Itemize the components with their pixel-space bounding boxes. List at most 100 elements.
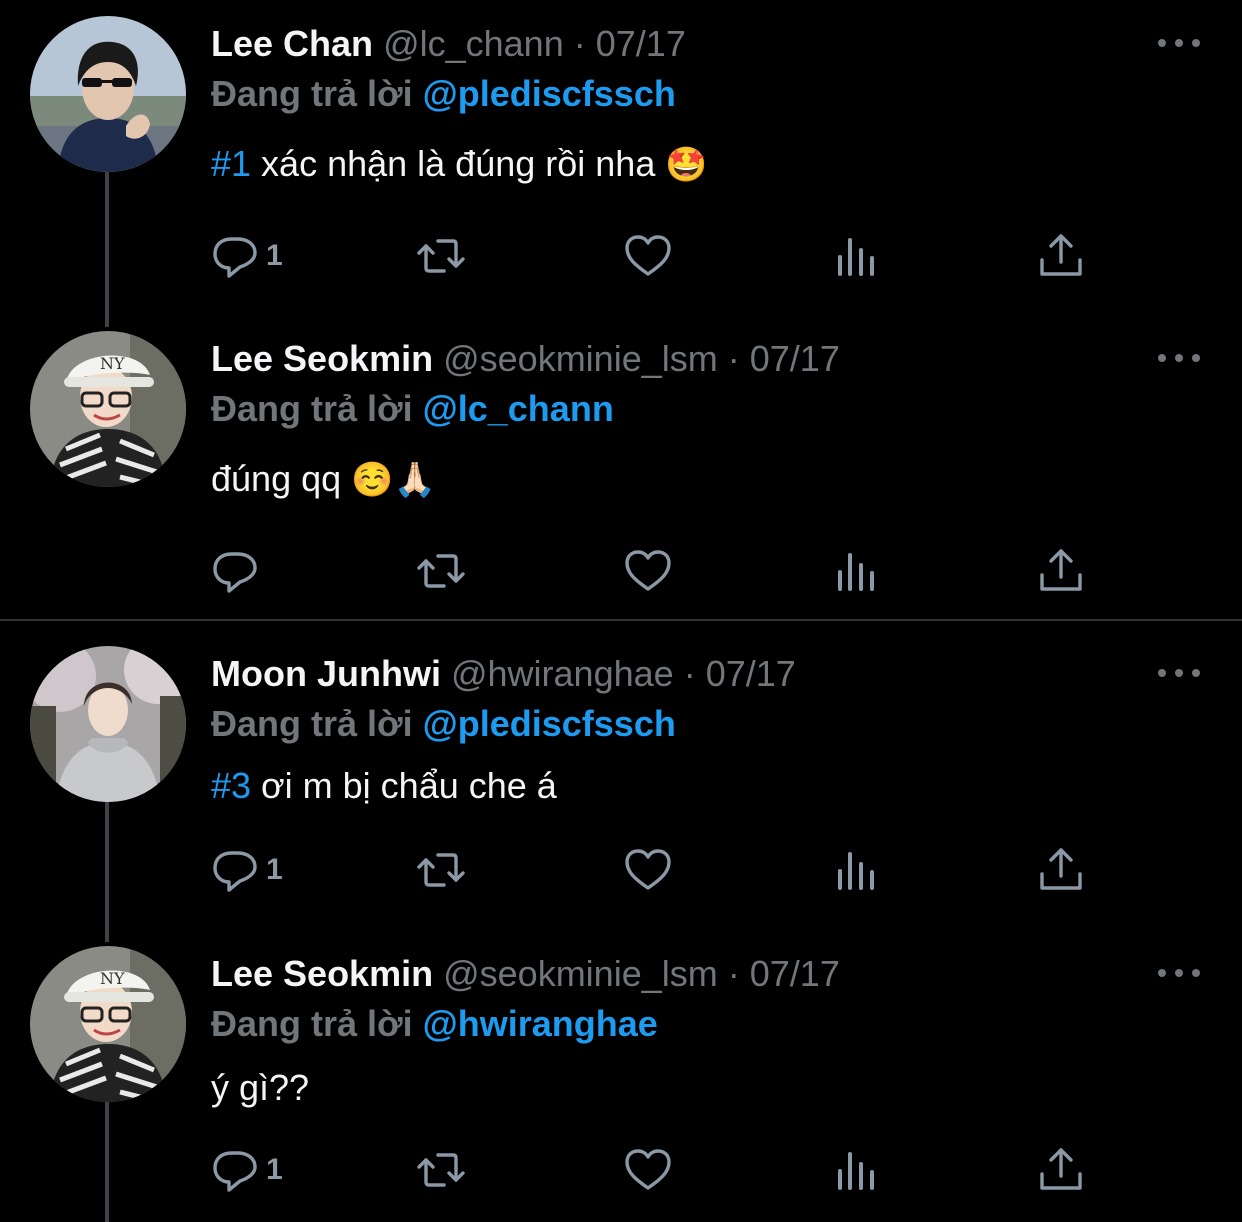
analytics-button[interactable] <box>831 547 881 595</box>
tweet-date[interactable]: 07/17 <box>706 653 796 694</box>
more-options-icon[interactable] <box>1158 28 1200 58</box>
separator-dot: · <box>727 953 740 994</box>
tweet-header: Lee Seokmin @seokminie_lsm · 07/17 <box>211 337 840 381</box>
tweet-date[interactable]: 07/17 <box>750 338 840 379</box>
user-handle[interactable]: @lc_chann <box>383 23 564 64</box>
emoji: 🤩 <box>665 146 708 184</box>
tweet-actions: 1 <box>210 1146 1090 1194</box>
reply-button[interactable]: 1 <box>210 1146 283 1194</box>
like-icon <box>623 1146 673 1194</box>
tweet-header: Lee Chan @lc_chann · 07/17 <box>211 22 686 66</box>
retweet-button[interactable] <box>416 846 466 894</box>
retweet-button[interactable] <box>416 547 466 595</box>
avatar[interactable]: NY <box>30 331 186 487</box>
hashtag-link[interactable]: #3 <box>211 765 251 806</box>
thread-separator <box>0 619 1242 621</box>
reply-target-link[interactable]: @pledisсfssch <box>423 703 676 744</box>
svg-text:NY: NY <box>100 354 125 373</box>
tweet-text: ý gì?? <box>211 1066 309 1111</box>
tweet-header: Moon Junhwi @hwiranghae · 07/17 <box>211 652 796 696</box>
tweet-text: đúng qq ☺️🙏🏻 <box>211 457 436 502</box>
retweet-icon <box>416 232 466 280</box>
share-icon <box>1036 1146 1086 1194</box>
analytics-icon <box>831 846 881 894</box>
separator-dot: · <box>573 23 586 64</box>
share-icon <box>1036 232 1086 280</box>
share-icon <box>1036 846 1086 894</box>
thread-line <box>105 1102 109 1222</box>
hashtag-link[interactable]: #1 <box>211 143 251 184</box>
reply-count: 1 <box>266 1153 283 1186</box>
reply-button[interactable]: 1 <box>210 846 283 894</box>
share-button[interactable] <box>1036 1146 1086 1194</box>
separator-dot: · <box>727 338 740 379</box>
share-icon <box>1036 547 1086 595</box>
more-options-icon[interactable] <box>1158 958 1200 988</box>
like-button[interactable] <box>623 1146 673 1194</box>
avatar[interactable]: NY <box>30 946 186 1102</box>
analytics-button[interactable] <box>831 846 881 894</box>
tweet-actions <box>210 547 1090 595</box>
retweet-button[interactable] <box>416 232 466 280</box>
more-options-icon[interactable] <box>1158 658 1200 688</box>
tweet-body: xác nhận là đúng rồi nha <box>251 143 666 184</box>
share-button[interactable] <box>1036 846 1086 894</box>
reply-icon <box>210 547 260 595</box>
reply-prefix: Đang trả lời <box>211 703 413 744</box>
display-name[interactable]: Moon Junhwi <box>211 653 441 694</box>
reply-icon <box>210 232 260 280</box>
display-name[interactable]: Lee Seokmin <box>211 953 433 994</box>
reply-target-link[interactable]: @hwiranghae <box>423 1003 658 1044</box>
avatar[interactable] <box>30 16 186 172</box>
tweet-body: ơi m bị chẩu che á <box>251 765 557 806</box>
tweet-date[interactable]: 07/17 <box>750 953 840 994</box>
tweet-text: #1 xác nhận là đúng rồi nha 🤩 <box>211 142 708 187</box>
user-handle[interactable]: @seokminie_lsm <box>443 953 718 994</box>
separator-dot: · <box>683 653 696 694</box>
reply-target-link[interactable]: @lc_chann <box>423 388 614 429</box>
reply-target-link[interactable]: @pledisсfssch <box>423 73 676 114</box>
user-handle[interactable]: @seokminie_lsm <box>443 338 718 379</box>
reply-prefix: Đang trả lời <box>211 1003 413 1044</box>
avatar[interactable] <box>30 646 186 802</box>
tweet-date[interactable]: 07/17 <box>596 23 686 64</box>
analytics-button[interactable] <box>831 1146 881 1194</box>
like-icon <box>623 232 673 280</box>
reply-button[interactable]: 1 <box>210 232 283 280</box>
retweet-icon <box>416 1146 466 1194</box>
like-button[interactable] <box>623 232 673 280</box>
tweet-header: Lee Seokmin @seokminie_lsm · 07/17 <box>211 952 840 996</box>
replying-to: Đang trả lời @pledisсfssch <box>211 702 676 746</box>
retweet-button[interactable] <box>416 1146 466 1194</box>
replying-to: Đang trả lời @hwiranghae <box>211 1002 658 1046</box>
share-button[interactable] <box>1036 232 1086 280</box>
svg-text:NY: NY <box>100 969 125 988</box>
like-icon <box>623 547 673 595</box>
retweet-icon <box>416 846 466 894</box>
like-button[interactable] <box>623 547 673 595</box>
user-handle[interactable]: @hwiranghae <box>451 653 674 694</box>
thread-line <box>105 172 109 327</box>
like-icon <box>623 846 673 894</box>
reply-prefix: Đang trả lời <box>211 73 413 114</box>
analytics-icon <box>831 1146 881 1194</box>
reply-count: 1 <box>266 853 283 886</box>
analytics-icon <box>831 547 881 595</box>
tweet-actions: 1 <box>210 846 1090 894</box>
retweet-icon <box>416 547 466 595</box>
reply-prefix: Đang trả lời <box>211 388 413 429</box>
reply-button[interactable] <box>210 547 266 595</box>
tweet-text: #3 ơi m bị chẩu che á <box>211 764 557 809</box>
more-options-icon[interactable] <box>1158 343 1200 373</box>
like-button[interactable] <box>623 846 673 894</box>
display-name[interactable]: Lee Seokmin <box>211 338 433 379</box>
reply-icon <box>210 846 260 894</box>
emoji: ☺️🙏🏻 <box>351 461 436 499</box>
share-button[interactable] <box>1036 547 1086 595</box>
display-name[interactable]: Lee Chan <box>211 23 373 64</box>
analytics-button[interactable] <box>831 232 881 280</box>
tweet-actions: 1 <box>210 232 1090 280</box>
replying-to: Đang trả lời @lc_chann <box>211 387 614 431</box>
reply-count: 1 <box>266 239 283 272</box>
thread-line <box>105 802 109 942</box>
